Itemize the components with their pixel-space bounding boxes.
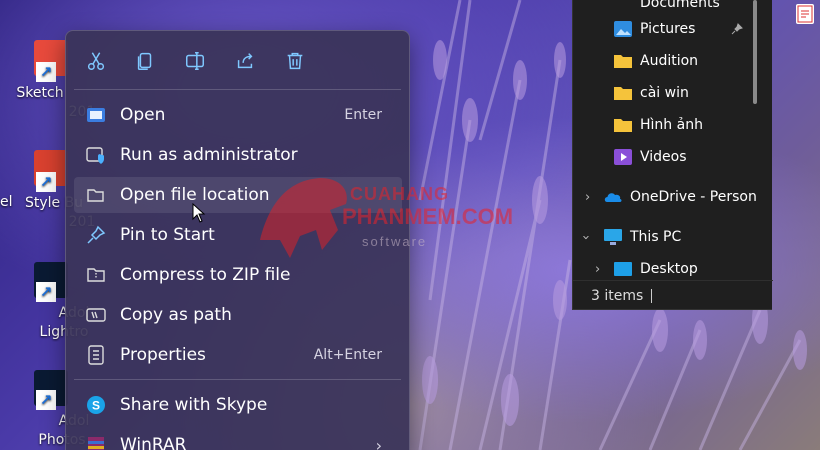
scissors-icon bbox=[87, 52, 105, 70]
path-icon bbox=[86, 305, 106, 325]
nav-item-label: Hình ảnh bbox=[640, 117, 703, 133]
nav-item-pictures[interactable]: Pictures bbox=[573, 14, 753, 44]
menu-item-share-with-skype[interactable]: S Share with Skype bbox=[74, 387, 402, 423]
nav-item-label: Desktop bbox=[640, 261, 698, 277]
pin-icon bbox=[731, 23, 743, 35]
menu-item-label: Share with Skype bbox=[120, 395, 268, 415]
properties-icon bbox=[86, 345, 106, 365]
folder-icon bbox=[614, 119, 632, 132]
menu-item-open[interactable]: Open Enter bbox=[74, 97, 402, 133]
menu-item-label: Pin to Start bbox=[120, 225, 215, 245]
menu-item-label: Open bbox=[120, 105, 166, 125]
rename-button[interactable] bbox=[179, 45, 211, 77]
watermark-text: PHANMEM.COM bbox=[342, 204, 514, 229]
desktop-app-icon-corner[interactable] bbox=[796, 4, 814, 24]
menu-item-label: Run as administrator bbox=[120, 145, 298, 165]
open-window-icon bbox=[86, 105, 106, 125]
watermark-logo: CUAHANG PHANMEM.COM software bbox=[250, 170, 570, 264]
menu-item-winrar[interactable]: WinRAR › bbox=[74, 427, 402, 450]
menu-item-label: Compress to ZIP file bbox=[120, 265, 291, 285]
desktop-icon-photoshop[interactable]: ↗ Adol Photos bbox=[0, 370, 89, 450]
nav-item-hinh-anh[interactable]: Hình ảnh bbox=[573, 110, 753, 140]
horse-logo-icon bbox=[260, 178, 347, 258]
menu-item-shortcut: Alt+Enter bbox=[313, 347, 382, 363]
status-divider bbox=[651, 289, 652, 303]
nav-item-label: cài win bbox=[640, 85, 689, 101]
delete-button[interactable] bbox=[279, 45, 311, 77]
copy-button[interactable] bbox=[129, 45, 161, 77]
menu-item-label: Open file location bbox=[120, 185, 270, 205]
menu-item-run-as-admin[interactable]: Run as administrator bbox=[74, 137, 402, 173]
desktop-icon-partial-label: el bbox=[0, 194, 13, 210]
onedrive-cloud-icon bbox=[604, 193, 622, 202]
pictures-icon bbox=[614, 21, 632, 37]
chevron-down-icon[interactable]: › bbox=[578, 234, 593, 239]
shortcut-arrow-icon: ↗ bbox=[36, 390, 56, 410]
copy-icon bbox=[137, 52, 152, 70]
nav-item-label: Audition bbox=[640, 53, 699, 69]
nav-item-audition[interactable]: Audition bbox=[573, 46, 753, 76]
nav-item-cai-win[interactable]: cài win bbox=[573, 78, 753, 108]
nav-item-videos[interactable]: Videos bbox=[573, 142, 753, 172]
nav-item-label: This PC bbox=[630, 229, 682, 245]
chevron-right-icon[interactable]: › bbox=[595, 262, 600, 277]
mouse-cursor-icon bbox=[192, 203, 206, 223]
nav-item-label: Videos bbox=[640, 149, 687, 165]
svg-text:S: S bbox=[92, 399, 100, 413]
menu-item-shortcut: Enter bbox=[344, 107, 382, 123]
nav-item-label: OneDrive - Person bbox=[630, 189, 757, 205]
desktop-icon-lightroom[interactable]: ↗ Adol Lightro bbox=[0, 262, 89, 352]
nav-item-onedrive[interactable]: › OneDrive - Person bbox=[573, 182, 757, 212]
winrar-icon bbox=[86, 435, 106, 450]
folder-icon bbox=[614, 87, 632, 100]
nav-item-label: Documents bbox=[640, 0, 720, 11]
desktop-icon-sketch[interactable]: ↗ Sketch 201 bbox=[0, 40, 95, 130]
item-count: 3 items bbox=[591, 288, 644, 304]
menu-separator bbox=[74, 379, 401, 380]
shortcut-arrow-icon: ↗ bbox=[36, 62, 56, 82]
menu-item-label: Properties bbox=[120, 345, 206, 365]
menu-item-label: Copy as path bbox=[120, 305, 232, 325]
share-icon bbox=[237, 53, 253, 69]
context-menu-toolbar bbox=[66, 31, 409, 89]
chevron-right-icon: › bbox=[375, 435, 382, 450]
nav-pane-scrollbar[interactable] bbox=[753, 0, 757, 104]
pin-icon bbox=[86, 225, 106, 245]
shortcut-arrow-icon: ↗ bbox=[36, 172, 56, 192]
status-bar: 3 items bbox=[573, 280, 773, 310]
zip-folder-icon bbox=[86, 265, 106, 285]
menu-separator bbox=[74, 89, 401, 90]
file-explorer-nav-pane: Documents Pictures Audition cài win Hình… bbox=[572, 0, 773, 310]
nav-item-this-pc[interactable]: › This PC bbox=[573, 222, 753, 252]
nav-item-label: Pictures bbox=[640, 21, 696, 37]
shield-admin-icon bbox=[86, 145, 106, 165]
chevron-right-icon[interactable]: › bbox=[585, 190, 590, 205]
watermark-text: software bbox=[362, 234, 428, 249]
share-button[interactable] bbox=[229, 45, 261, 77]
cut-button[interactable] bbox=[80, 45, 112, 77]
folder-icon bbox=[614, 55, 632, 68]
menu-item-properties[interactable]: Properties Alt+Enter bbox=[74, 337, 402, 373]
skype-icon: S bbox=[86, 395, 106, 415]
menu-item-label: WinRAR bbox=[120, 435, 187, 450]
computer-monitor-icon bbox=[604, 229, 622, 245]
document-app-icon bbox=[797, 5, 813, 23]
desktop-folder-icon bbox=[614, 262, 632, 276]
rename-icon bbox=[186, 52, 204, 70]
watermark-text: CUAHANG bbox=[350, 184, 449, 204]
menu-item-copy-as-path[interactable]: Copy as path bbox=[74, 297, 402, 333]
videos-icon bbox=[614, 149, 632, 165]
trash-icon bbox=[287, 52, 303, 70]
folder-open-icon bbox=[86, 185, 106, 205]
shortcut-arrow-icon: ↗ bbox=[36, 282, 56, 302]
